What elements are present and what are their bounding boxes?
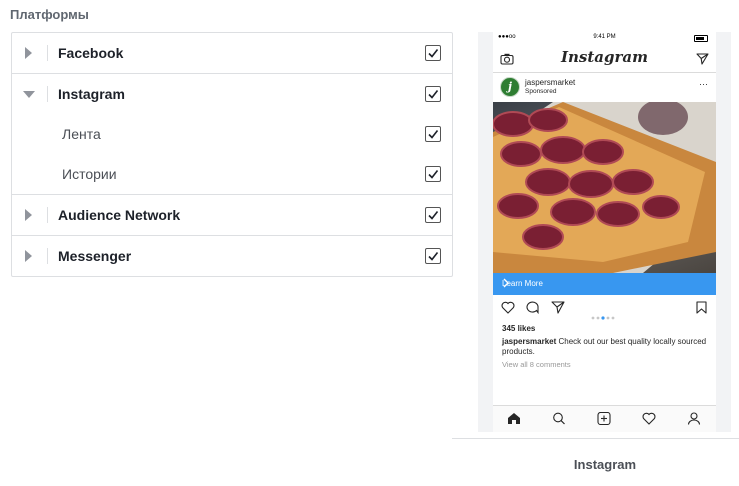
platform-checkbox-facebook[interactable] [425, 45, 441, 61]
platform-row-messenger[interactable]: Messenger [12, 235, 452, 276]
phone-screen: ●●●oo 9:41 PM Instagram j jaspersmarket … [493, 32, 716, 432]
separator [47, 207, 48, 223]
search-icon[interactable] [552, 412, 566, 430]
expand-arrow-icon[interactable] [25, 250, 32, 262]
platform-label: Audience Network [58, 207, 181, 223]
placement-checkbox-feed[interactable] [425, 126, 441, 142]
platform-checkbox-messenger[interactable] [425, 248, 441, 264]
expand-arrow-icon[interactable] [25, 47, 32, 59]
status-time: 9:41 PM [593, 34, 616, 40]
placement-checkbox-stories[interactable] [425, 166, 441, 182]
platform-row-audience-network[interactable]: Audience Network [12, 194, 452, 235]
likes-count: 345 likes [502, 324, 536, 333]
divider [452, 438, 739, 439]
battery-icon [694, 35, 708, 42]
home-icon[interactable] [507, 412, 521, 430]
platforms-panel: Facebook Instagram Лента Истории Audienc… [11, 32, 453, 277]
post-image [493, 102, 716, 273]
instagram-tab-bar [493, 405, 716, 432]
direct-send-icon [696, 52, 709, 70]
placement-row-feed[interactable]: Лента [12, 114, 452, 154]
preview-caption: Instagram [573, 457, 637, 472]
separator [47, 45, 48, 61]
activity-heart-icon[interactable] [642, 412, 656, 430]
status-bar: ●●●oo 9:41 PM [493, 32, 716, 44]
post-caption: jaspersmarket Check out our best quality… [502, 337, 708, 357]
heart-icon[interactable] [501, 301, 515, 319]
profile-icon[interactable] [687, 412, 701, 430]
placement-label: Истории [62, 166, 117, 182]
post-header: j jaspersmarket Sponsored ··· [493, 72, 716, 102]
post-actions [493, 298, 716, 320]
instagram-preview-phone: ●●●oo 9:41 PM Instagram j jaspersmarket … [478, 32, 731, 432]
separator [47, 86, 48, 102]
platform-label: Messenger [58, 248, 132, 264]
instagram-header: Instagram [493, 44, 716, 73]
carousel-dots [591, 307, 615, 325]
share-icon[interactable] [551, 301, 565, 319]
caption-account: jaspersmarket [502, 337, 557, 346]
section-title: Платформы [10, 7, 89, 22]
bookmark-icon[interactable] [696, 301, 707, 319]
platform-label: Instagram [58, 86, 125, 102]
collapse-arrow-icon[interactable] [23, 91, 35, 98]
account-name: jaspersmarket [525, 78, 576, 87]
avatar: j [500, 77, 520, 97]
platform-row-instagram[interactable]: Instagram [12, 73, 452, 114]
comment-icon[interactable] [526, 301, 540, 319]
separator [47, 248, 48, 264]
more-options-icon: ··· [699, 79, 708, 89]
expand-arrow-icon[interactable] [25, 209, 32, 221]
placement-row-stories[interactable]: Истории [12, 154, 452, 194]
platform-checkbox-instagram[interactable] [425, 86, 441, 102]
learn-more-button[interactable]: Learn More [493, 273, 716, 295]
new-post-icon[interactable] [597, 411, 611, 430]
view-comments-link[interactable]: View all 8 comments [502, 360, 571, 369]
platform-row-facebook[interactable]: Facebook [12, 33, 452, 73]
chevron-right-icon [502, 277, 708, 291]
platform-checkbox-audience-network[interactable] [425, 207, 441, 223]
platform-label: Facebook [58, 45, 124, 61]
sponsored-label: Sponsored [525, 88, 557, 95]
instagram-logo: Instagram [561, 48, 648, 66]
placement-label: Лента [62, 126, 101, 142]
